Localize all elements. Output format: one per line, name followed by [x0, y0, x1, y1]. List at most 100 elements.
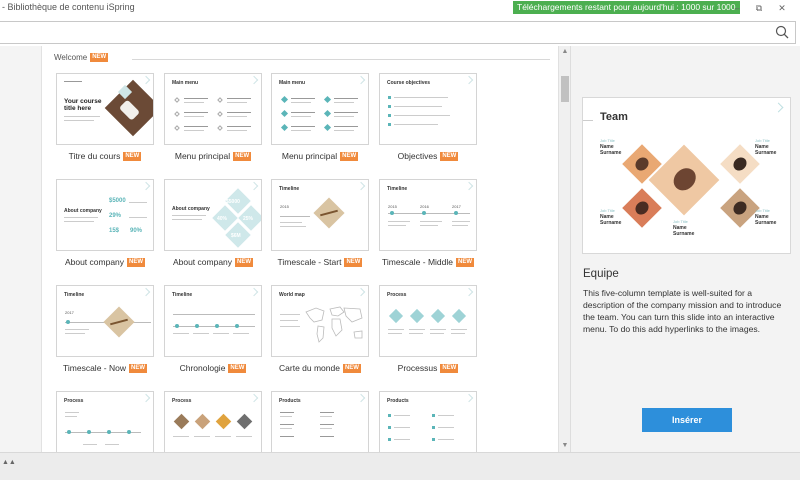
thumb-title: Process — [64, 398, 84, 404]
tile-label: Timescale - Middle — [381, 257, 453, 267]
template-thumbnail[interactable]: Products — [379, 391, 477, 452]
new-badge: NEW — [233, 152, 252, 162]
preview-slide: Team Job Title Name Surname Job Title Name S… — [582, 97, 791, 254]
expand-up-icon[interactable]: ▲▲ — [2, 459, 16, 466]
minimize-icon[interactable]: – — [726, 1, 748, 15]
template-tile[interactable]: Main menu Menu principal NEW — [271, 73, 369, 162]
timeline-year: 2016 — [420, 204, 429, 209]
insert-button[interactable]: Insérer — [642, 408, 732, 432]
template-thumbnail[interactable]: Products — [271, 391, 369, 452]
close-icon[interactable]: ✕ — [771, 1, 793, 15]
template-thumbnail[interactable]: Your course title here — [56, 73, 154, 145]
timeline-year: 2017 — [452, 204, 461, 209]
search-input[interactable] — [0, 22, 760, 43]
thumb-stat: 15$ — [109, 228, 120, 234]
thumb-stat: 90% — [130, 228, 143, 234]
team-member: Job Title Name Surname — [755, 138, 777, 156]
template-tile[interactable]: About company $5000 40% 25% $6M About co… — [164, 179, 262, 268]
new-badge: NEW — [127, 258, 146, 268]
team-member: Job Title Name Surname — [673, 219, 695, 237]
timeline-year: 2017 — [65, 310, 74, 315]
timeline-year: 2015 — [280, 204, 289, 209]
new-badge: NEW — [344, 258, 363, 268]
search-bar — [0, 21, 796, 44]
thumb-stat: 29% — [109, 213, 122, 219]
template-thumbnail[interactable]: Process — [164, 391, 262, 452]
tile-label: Carte du monde — [279, 363, 340, 373]
template-tile[interactable]: About company $5000 29% 15$ 90% About co… — [56, 179, 154, 268]
template-tile[interactable]: Process — [164, 391, 262, 452]
new-badge: NEW — [123, 152, 142, 162]
template-thumbnail[interactable]: About company $5000 40% 25% $6M — [164, 179, 262, 251]
search-icon[interactable] — [775, 25, 789, 39]
left-gutter — [0, 46, 42, 452]
preview-template-name: Equipe — [583, 268, 619, 280]
preview-slide-title: Team — [600, 111, 628, 123]
bottom-bar: ▲▲ — [0, 452, 800, 480]
tile-label: Objectives — [397, 151, 438, 161]
window-title: - Bibliothèque de contenu iSpring — [2, 2, 135, 12]
section-header: Welcome NEW — [54, 53, 109, 63]
template-grid: Welcome NEW Your course title here Titre … — [42, 46, 558, 452]
template-thumbnail[interactable]: Main menu — [271, 73, 369, 145]
thumb-course-title: Your course title here — [64, 98, 102, 112]
tile-label: Menu principal — [281, 151, 338, 161]
template-thumbnail[interactable]: Process — [379, 285, 477, 357]
download-quota-badge: Téléchargements restant pour aujourd'hui… — [513, 1, 740, 14]
template-tile[interactable]: Products — [271, 391, 369, 452]
template-tile[interactable]: Timeline 2015 Timescale - Start NEW — [271, 179, 369, 268]
template-thumbnail[interactable]: Timeline — [164, 285, 262, 357]
thumb-title: Timeline — [64, 292, 85, 298]
template-thumbnail[interactable]: About company $5000 29% 15$ 90% — [56, 179, 154, 251]
template-tile[interactable]: World map Carte du monde NEW — [271, 285, 369, 374]
tile-label: Menu principal — [174, 151, 231, 161]
new-badge: NEW — [440, 364, 459, 374]
template-tile[interactable]: Timeline 2015 2016 2017 Timescale - Midd… — [379, 179, 477, 268]
thumb-title: Timeline — [172, 292, 193, 298]
team-member: Job Title Name Surname — [755, 208, 777, 226]
thumb-stat: $6M — [231, 233, 241, 239]
template-thumbnail[interactable]: World map — [271, 285, 369, 357]
tile-label: Titre du cours — [68, 151, 121, 161]
new-badge: NEW — [90, 53, 109, 63]
template-thumbnail[interactable]: Timeline 2017 — [56, 285, 154, 357]
tile-label: Timescale - Now — [63, 363, 126, 373]
template-tile[interactable]: Process — [56, 391, 154, 452]
new-badge: NEW — [228, 364, 247, 374]
template-tile[interactable]: Course objectives Objectives NEW — [379, 73, 477, 162]
template-thumbnail[interactable]: Process — [56, 391, 154, 452]
template-tile[interactable]: Timeline 2017 Timescale - Now NEW — [56, 285, 154, 374]
scroll-thumb[interactable] — [561, 76, 569, 102]
new-badge: NEW — [128, 364, 147, 374]
tile-label: Chronologie — [179, 363, 226, 373]
thumb-title: Main menu — [172, 80, 199, 86]
template-tile[interactable]: Process Processus NEW — [379, 285, 477, 374]
thumb-stat: 25% — [243, 216, 254, 222]
template-thumbnail[interactable]: Timeline 2015 — [271, 179, 369, 251]
section-divider — [132, 59, 550, 60]
restore-icon[interactable]: ⧉ — [748, 1, 770, 15]
thumb-stat: $5000 — [109, 198, 126, 204]
thumb-title: World map — [279, 292, 305, 298]
thumb-stat: 40% — [217, 216, 228, 222]
section-title: Welcome — [54, 53, 88, 62]
thumb-title: About company — [172, 206, 210, 212]
template-tile[interactable]: Timeline Chronologie NEW — [164, 285, 262, 374]
template-tile[interactable]: Products — [379, 391, 477, 452]
world-map-icon — [305, 306, 363, 343]
new-badge: NEW — [340, 152, 359, 162]
new-badge: NEW — [440, 152, 459, 162]
team-member: Job Title Name Surname — [600, 138, 622, 156]
thumb-stat: $5000 — [226, 199, 240, 205]
template-thumbnail[interactable]: Main menu — [164, 73, 262, 145]
new-badge: NEW — [342, 364, 361, 374]
thumb-title: Timeline — [387, 186, 408, 192]
tile-label: Timescale - Start — [277, 257, 342, 267]
template-tile[interactable]: Your course title here Titre du cours NEW — [56, 73, 154, 162]
template-thumbnail[interactable]: Course objectives — [379, 73, 477, 145]
grid-scrollbar[interactable]: ▲ ▼ — [558, 46, 570, 452]
template-tile[interactable]: Main menu Menu principal NEW — [164, 73, 262, 162]
thumb-title: Products — [279, 398, 301, 404]
template-thumbnail[interactable]: Timeline 2015 2016 2017 — [379, 179, 477, 251]
thumb-title: Process — [172, 398, 192, 404]
